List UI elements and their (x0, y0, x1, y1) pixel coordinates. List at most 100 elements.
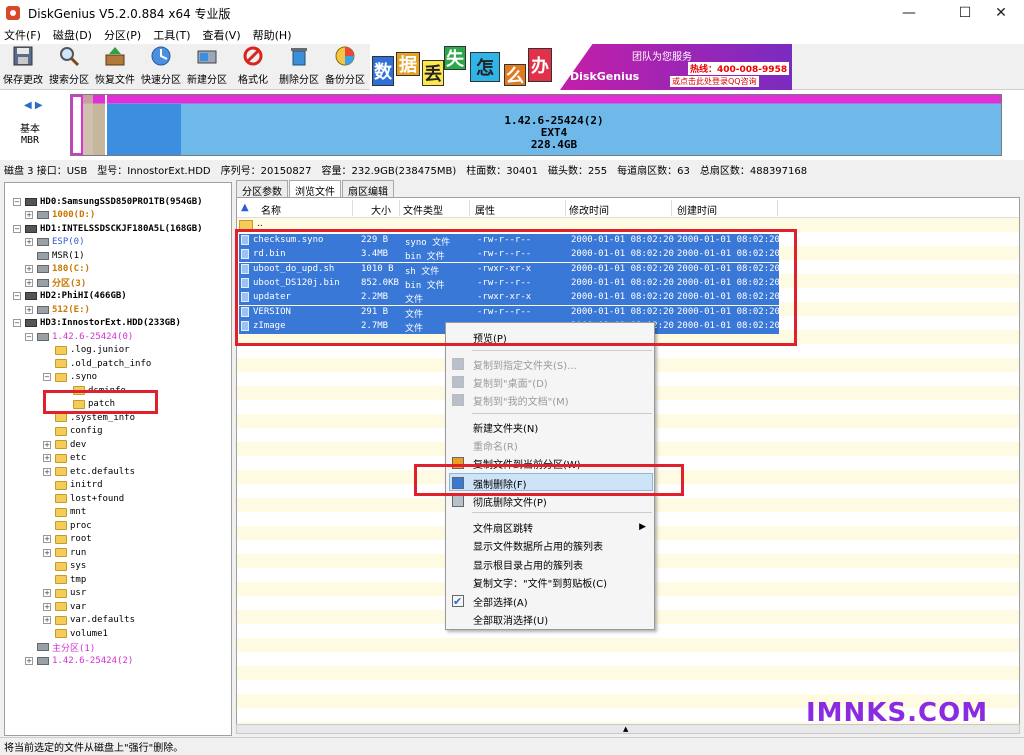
menu-file[interactable]: 文件(F) (4, 27, 41, 43)
tree-item[interactable]: + etc (43, 452, 86, 465)
tree-item[interactable]: − .syno (43, 371, 97, 384)
tree-item[interactable]: + usr (43, 587, 86, 600)
tree-item[interactable]: + 分区(3) (25, 276, 86, 289)
collapse-icon[interactable]: − (13, 319, 21, 327)
disk-nav-arrows[interactable]: ◀ ▶ (24, 100, 43, 111)
tree-item[interactable]: 主分区(1) (25, 641, 95, 654)
tree-item[interactable]: − HD2:PhiHI(466GB) (13, 290, 127, 303)
minimize-button[interactable]: — (886, 0, 932, 26)
tree-item[interactable]: tmp (43, 573, 86, 586)
tree-item[interactable]: +512(E:) (25, 303, 90, 316)
expand-icon[interactable]: + (43, 589, 51, 597)
column-mtime[interactable]: 修改时间 (569, 202, 609, 217)
expand-icon[interactable]: + (25, 656, 33, 665)
ad-banner[interactable]: 数 据 丢 失 怎 么 办 DiskGenius 团队为您服务 热线：400-0… (370, 44, 792, 90)
menu-view[interactable]: 查看(V) (203, 27, 241, 43)
partition-block-2[interactable] (93, 95, 105, 155)
context-menu-item[interactable]: 全部选择(A) (473, 593, 528, 609)
tree-item[interactable]: initrd (43, 479, 103, 492)
tree-item[interactable]: − HD1:INTELSSDSCKJF180A5L(168GB) (13, 222, 203, 235)
tree-item[interactable]: +180(C:) (25, 263, 90, 276)
context-menu-item[interactable]: 复制到指定文件夹(S)... (473, 356, 577, 372)
recover-files-button[interactable]: 恢复文件 (92, 44, 138, 90)
menu-disk[interactable]: 磁盘(D) (53, 27, 92, 43)
tree-item-label: etc (70, 453, 87, 463)
expand-icon[interactable]: + (43, 616, 51, 624)
tab-sector-edit[interactable]: 扇区编辑 (342, 180, 394, 198)
tree-item[interactable]: + var.defaults (43, 614, 135, 627)
column-type[interactable]: 文件类型 (403, 202, 443, 217)
tree-item[interactable]: MSR(1) (25, 249, 85, 262)
column-size[interactable]: 大小 (371, 202, 391, 217)
tree-item[interactable]: + dev (43, 438, 86, 451)
close-button[interactable]: ✕ (978, 0, 1024, 26)
save-changes-button[interactable]: 保存更改 (0, 44, 46, 90)
parent-folder-label[interactable]: .. (257, 219, 263, 229)
menu-tools[interactable]: 工具(T) (153, 27, 190, 43)
column-name[interactable]: 名称 (261, 202, 281, 217)
up-arrow-icon[interactable]: ▲ (241, 202, 249, 213)
collapse-icon[interactable]: − (13, 197, 21, 206)
scroll-up-arrow-icon[interactable]: ▲ (623, 725, 628, 733)
tree-item[interactable]: +1000(D:) (25, 209, 95, 222)
expand-icon[interactable]: + (43, 548, 51, 557)
ad-qq-link[interactable]: 或点击此处登录QQ咨询 (670, 76, 759, 87)
tree-item[interactable]: − 1.42.6-25424(0) (25, 330, 133, 343)
quick-partition-button[interactable]: 快速分区 (138, 44, 184, 90)
context-menu-item[interactable]: 显示根目录占用的簇列表 (473, 556, 583, 572)
tree-item[interactable]: + etc.defaults (43, 465, 135, 478)
partition-block-main[interactable]: 1.42.6-25424(2) EXT4 228.4GB (107, 95, 1001, 155)
menu-help[interactable]: 帮助(H) (253, 27, 292, 43)
column-attr[interactable]: 属性 (475, 202, 495, 217)
expand-icon[interactable]: + (25, 238, 33, 246)
collapse-icon[interactable]: − (13, 292, 21, 300)
tree-item[interactable]: .old_patch_info (43, 357, 151, 370)
tree-item[interactable]: + run (43, 546, 86, 559)
backup-partition-button[interactable]: 备份分区 (322, 44, 368, 90)
expand-icon[interactable]: + (25, 211, 33, 219)
context-menu-item[interactable]: 复制到"我的文档"(M) (473, 392, 569, 408)
tree-item[interactable]: sys (43, 560, 86, 573)
tree-item[interactable]: mnt (43, 506, 86, 519)
menu-partition[interactable]: 分区(P) (104, 27, 141, 43)
expand-icon[interactable]: + (43, 454, 51, 462)
context-menu-item[interactable]: 复制到"桌面"(D) (473, 374, 548, 390)
tree-item[interactable]: .log.junior (43, 344, 130, 357)
tree-item[interactable]: + root (43, 533, 92, 546)
search-partition-button[interactable]: 搜索分区 (46, 44, 92, 90)
tree-item[interactable]: lost+found (43, 492, 124, 505)
expand-icon[interactable]: + (25, 278, 33, 287)
expand-icon[interactable]: + (25, 305, 33, 314)
partition-block-0[interactable] (71, 95, 83, 155)
tree-item[interactable]: − HD0:SamsungSSD850PRO1TB(954GB) (13, 195, 203, 208)
tree-item[interactable]: + ESP(0) (25, 236, 85, 249)
expand-icon[interactable]: + (25, 265, 33, 273)
collapse-icon[interactable]: − (13, 224, 21, 233)
context-menu-item[interactable]: 复制文字："文件"到剪贴板(C) (473, 574, 607, 590)
tree-item[interactable]: − HD3:InnostorExt.HDD(233GB) (13, 317, 181, 330)
expand-icon[interactable]: + (43, 602, 51, 611)
tab-browse-files[interactable]: 浏览文件 (289, 180, 341, 198)
context-menu-item[interactable]: 显示文件数据所占用的簇列表 (473, 537, 603, 553)
collapse-icon[interactable]: − (25, 332, 33, 341)
column-ctime[interactable]: 创建时间 (677, 202, 717, 217)
partition-block-1[interactable] (83, 95, 93, 155)
context-menu-item[interactable]: 文件扇区跳转 (473, 519, 533, 535)
expand-icon[interactable]: + (43, 467, 51, 476)
expand-icon[interactable]: + (43, 440, 51, 449)
context-menu-item[interactable]: 新建文件夹(N) (473, 419, 538, 435)
tree-item[interactable]: config (43, 425, 103, 438)
new-partition-button[interactable]: 新建分区 (184, 44, 230, 90)
expand-icon[interactable]: + (43, 535, 51, 543)
tab-partition-params[interactable]: 分区参数 (236, 180, 288, 198)
tree-item[interactable]: proc (43, 519, 92, 532)
format-button[interactable]: 格式化 (230, 44, 276, 90)
format-icon (240, 44, 266, 68)
context-menu-item[interactable]: 重命名(R) (473, 437, 518, 453)
context-menu-item[interactable]: 全部取消选择(U) (473, 611, 548, 627)
tree-item[interactable]: volume1 (43, 627, 108, 640)
tree-item[interactable]: +1.42.6-25424(2) (25, 654, 133, 667)
tree-item[interactable]: + var (43, 600, 86, 613)
delete-partition-button[interactable]: 删除分区 (276, 44, 322, 90)
collapse-icon[interactable]: − (43, 373, 51, 381)
